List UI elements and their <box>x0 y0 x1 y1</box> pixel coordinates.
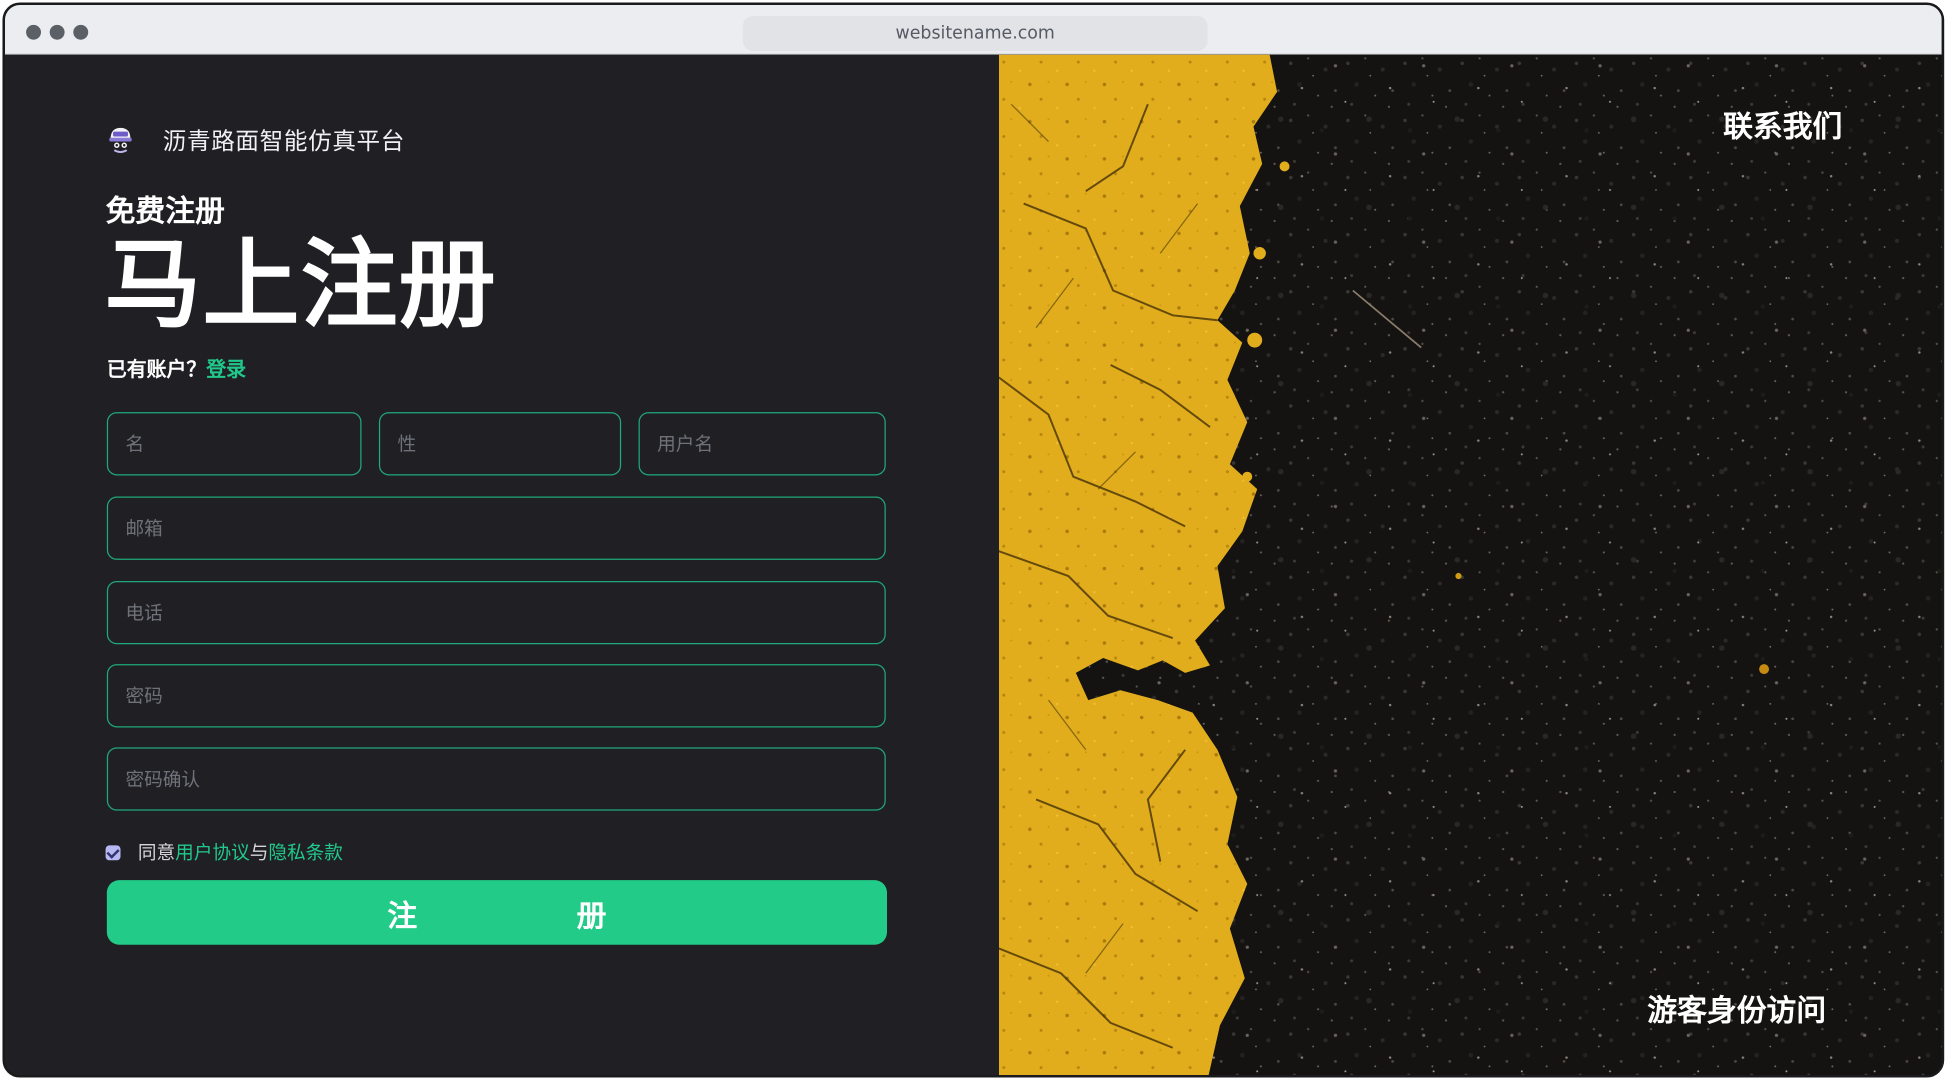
agree-prefix: 同意 <box>137 841 176 865</box>
password-confirm-input[interactable] <box>106 747 886 811</box>
have-account-text: 已有账户？ <box>106 357 207 382</box>
contact-us-link[interactable]: 联系我们 <box>1723 102 1842 145</box>
hero-image: 联系我们 游客身份访问 <box>998 54 1942 1076</box>
register-headline: 马上注册 <box>104 229 497 342</box>
brand-name: 沥青路面智能仿真平台 <box>162 127 406 155</box>
asphalt-road-image <box>998 54 1942 1076</box>
window-minimize-dot[interactable] <box>49 24 65 40</box>
browser-titlebar: websitename.com <box>4 4 1942 55</box>
agree-checkbox[interactable] <box>105 844 121 860</box>
brand: 沥青路面智能仿真平台 <box>106 122 405 157</box>
email-input[interactable] <box>106 496 886 560</box>
username-input[interactable] <box>638 412 886 476</box>
browser-window: websitename.com 沥青路面智能仿真平台 免费注册 马上注册 已有账… <box>2 2 1945 1078</box>
agree-and: 与 <box>249 841 269 865</box>
window-close-dot[interactable] <box>26 24 41 40</box>
last-name-input[interactable] <box>378 412 622 476</box>
guest-access-link[interactable]: 游客身份访问 <box>1647 986 1826 1029</box>
register-subtitle: 免费注册 <box>105 193 225 229</box>
first-name-input[interactable] <box>106 412 362 476</box>
privacy-policy-link[interactable]: 隐私条款 <box>268 839 343 865</box>
address-bar[interactable]: websitename.com <box>742 16 1208 51</box>
hardhat-mascot-icon <box>109 127 132 153</box>
password-input[interactable] <box>106 664 886 728</box>
register-panel: 沥青路面智能仿真平台 免费注册 马上注册 已有账户？登录 同意用户协议与隐私条款… <box>4 54 999 1076</box>
login-link[interactable]: 登录 <box>206 358 246 382</box>
register-button[interactable]: 注 册 <box>106 880 888 945</box>
phone-input[interactable] <box>106 580 886 645</box>
user-agreement-link[interactable]: 用户协议 <box>175 839 250 865</box>
window-maximize-dot[interactable] <box>73 24 89 40</box>
agreement-row: 同意 用户协议与隐私条款 <box>105 839 343 865</box>
have-account-line: 已有账户？登录 <box>107 353 246 383</box>
